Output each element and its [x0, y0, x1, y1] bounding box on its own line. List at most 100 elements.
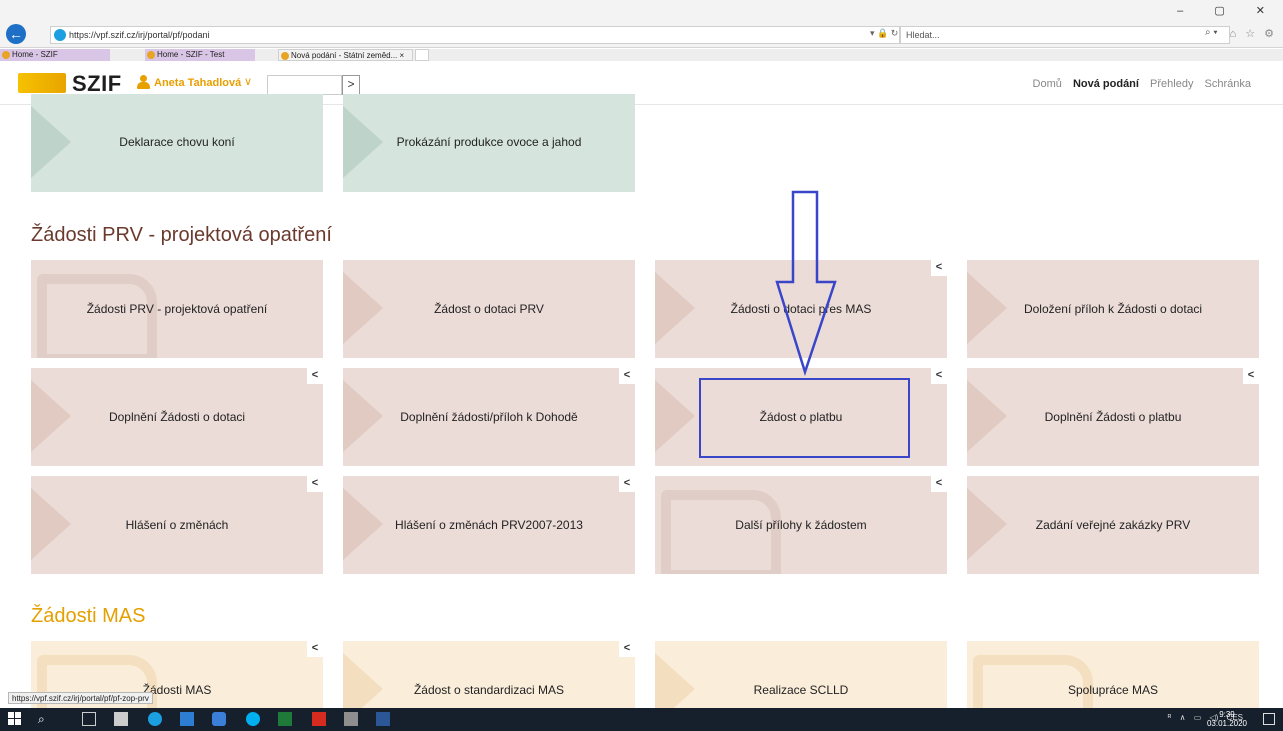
user-name[interactable]: Aneta Tahadlová: [154, 77, 241, 89]
chevron-left-icon[interactable]: <: [619, 476, 635, 492]
browser-search-input[interactable]: Hledat...: [900, 26, 1230, 44]
people-icon[interactable]: ᴿ: [1168, 713, 1172, 722]
chevron-left-icon[interactable]: <: [1243, 368, 1259, 384]
back-button[interactable]: ←: [6, 24, 26, 44]
task-view-icon[interactable]: [82, 712, 96, 726]
tile-doplneni-zadosti-o-dotaci[interactable]: < Doplnění Žádosti o dotaci: [31, 368, 323, 466]
nav-domu[interactable]: Domů: [1033, 78, 1062, 90]
address-bar[interactable]: https://vpf.szif.cz/irj/portal/pf/podani: [50, 26, 900, 44]
nav-nova-podani[interactable]: Nová podání: [1073, 78, 1139, 90]
tile-hlaseni-o-zmenach[interactable]: < Hlášení o změnách: [31, 476, 323, 574]
tile-label: Deklarace chovu koní: [119, 135, 235, 149]
outlook-icon[interactable]: [212, 712, 226, 726]
tile-label: Žádosti PRV - projektová opatření: [86, 302, 268, 316]
section-title-mas: Žádosti MAS: [31, 605, 146, 627]
tile-label: Spolupráce MAS: [1067, 683, 1159, 697]
search-placeholder: Hledat...: [906, 30, 940, 40]
address-url: https://vpf.szif.cz/irj/portal/pf/podani: [69, 30, 210, 40]
annotation-highlight-box: [699, 378, 910, 458]
tile-spoluprace-mas[interactable]: Spolupráce MAS: [967, 641, 1259, 708]
tile-label: Doložení příloh k Žádosti o dotaci: [1023, 302, 1203, 316]
tile-label: Hlášení o změnách: [125, 518, 229, 532]
tile-zadost-o-dotaci-prv[interactable]: Žádost o dotaci PRV: [343, 260, 635, 358]
status-url: https://vpf.szif.cz/irj/portal/pf/pf-zop…: [8, 692, 153, 704]
address-tools[interactable]: ▾ 🔒 ↻: [870, 28, 898, 39]
tab-favicon: [2, 51, 10, 59]
szif-logo-mark[interactable]: [18, 73, 66, 93]
file-explorer-icon[interactable]: [180, 712, 194, 726]
tab-home-szif[interactable]: Home - SZIF: [0, 49, 110, 61]
tile-doplneni-zadosti-o-platbu[interactable]: < Doplnění Žádosti o platbu: [967, 368, 1259, 466]
search-icon[interactable]: ⌕: [38, 712, 52, 726]
chevron-left-icon[interactable]: <: [931, 368, 947, 384]
chevron-left-icon[interactable]: <: [307, 476, 323, 492]
ie-icon: [54, 29, 66, 41]
tile-dolozeni-priloh[interactable]: Doložení příloh k Žádosti o dotaci: [967, 260, 1259, 358]
section-title-prv: Žádosti PRV - projektová opatření: [31, 224, 332, 246]
internet-explorer-icon[interactable]: [148, 712, 162, 726]
tile-label: Doplnění žádosti/příloh k Dohodě: [400, 410, 578, 424]
clock-time: 9:39: [1219, 710, 1235, 719]
app-icon[interactable]: [344, 712, 358, 726]
site-search-input[interactable]: [267, 75, 342, 95]
tile-label: Doplnění Žádosti o dotaci: [108, 410, 246, 424]
chevron-left-icon[interactable]: <: [931, 476, 947, 492]
network-icon[interactable]: ▭: [1194, 713, 1202, 722]
clock[interactable]: 9:39 03.01.2020: [1207, 710, 1247, 728]
chevron-right-icon: [655, 653, 695, 708]
nav-schranka[interactable]: Schránka: [1205, 78, 1251, 90]
nav-prehledy[interactable]: Přehledy: [1150, 78, 1193, 90]
tile-hlaseni-o-zmenach-prv2007[interactable]: < Hlášení o změnách PRV2007-2013: [343, 476, 635, 574]
tile-label: Hlášení o změnách PRV2007-2013: [395, 518, 583, 532]
chevron-left-icon[interactable]: <: [619, 641, 635, 657]
tile-deklarace-chovu-koni[interactable]: Deklarace chovu koní: [31, 94, 323, 192]
chevron-up-icon[interactable]: ∧: [1180, 713, 1186, 722]
tab-label: Home - SZIF: [12, 50, 58, 59]
chevron-left-icon[interactable]: <: [307, 641, 323, 657]
annotation-arrow: [775, 190, 837, 376]
windows-start-icon[interactable]: [8, 712, 22, 726]
tile-realizace-sclld[interactable]: Realizace SCLLD: [655, 641, 947, 708]
word-icon[interactable]: [376, 712, 390, 726]
user-icon: [137, 75, 150, 89]
notification-icon[interactable]: [1263, 713, 1275, 725]
tile-prokazani-produkce[interactable]: Prokázání produkce ovoce a jahod: [343, 94, 635, 192]
calculator-icon[interactable]: [114, 712, 128, 726]
tab-label: Nová podání - Státní zeměd... ×: [291, 51, 405, 60]
chevron-left-icon[interactable]: <: [931, 260, 947, 276]
folder-icon: [37, 274, 157, 358]
acrobat-icon[interactable]: [312, 712, 326, 726]
tile-label: Prokázání produkce ovoce a jahod: [396, 135, 582, 149]
tab-nova-podani[interactable]: Nová podání - Státní zeměd... ×: [278, 49, 413, 61]
tile-label: Realizace SCLLD: [753, 683, 849, 697]
clock-date: 03.01.2020: [1206, 719, 1247, 728]
skype-icon[interactable]: [246, 712, 260, 726]
chevron-left-icon[interactable]: <: [307, 368, 323, 384]
folder-icon: [973, 655, 1093, 708]
tab-home-szif-test[interactable]: Home - SZIF - Test: [145, 49, 255, 61]
tile-label: Další přílohy k žádostem: [735, 518, 867, 532]
new-tab-button[interactable]: [415, 49, 429, 61]
chevron-down-icon[interactable]: ∨: [244, 75, 252, 88]
main-nav: Domů Nová podání Přehledy Schránka: [1025, 78, 1251, 90]
tile-label: Žádost o standardizaci MAS: [413, 683, 565, 697]
tile-label: Žádost o dotaci PRV: [434, 302, 544, 316]
folder-icon: [661, 490, 781, 574]
tile-dalsi-prilohy[interactable]: < Další přílohy k žádostem: [655, 476, 947, 574]
tile-zadani-verejne-zakazky[interactable]: Zadání veřejné zakázky PRV: [967, 476, 1259, 574]
tab-label: Home - SZIF - Test: [157, 50, 225, 59]
browser-toolbar-icons[interactable]: ⌂ ☆ ⚙: [1230, 27, 1277, 40]
window-controls[interactable]: – ▢ ✕: [1177, 4, 1279, 17]
tile-zadost-o-standardizaci-mas[interactable]: < Žádost o standardizaci MAS: [343, 641, 635, 708]
chevron-left-icon[interactable]: <: [619, 368, 635, 384]
search-icon[interactable]: ⌕ ▾: [1205, 27, 1218, 38]
tab-favicon: [281, 52, 289, 60]
tab-favicon: [147, 51, 155, 59]
site-search-button[interactable]: >: [342, 75, 360, 95]
tile-label: Zadání veřejné zakázky PRV: [1035, 518, 1191, 532]
tile-zadosti-prv[interactable]: Žádosti PRV - projektová opatření: [31, 260, 323, 358]
tile-label: Doplnění Žádosti o platbu: [1044, 410, 1182, 424]
chevron-right-icon: [343, 653, 383, 708]
tile-doplneni-k-dohode[interactable]: < Doplnění žádosti/příloh k Dohodě: [343, 368, 635, 466]
excel-icon[interactable]: [278, 712, 292, 726]
